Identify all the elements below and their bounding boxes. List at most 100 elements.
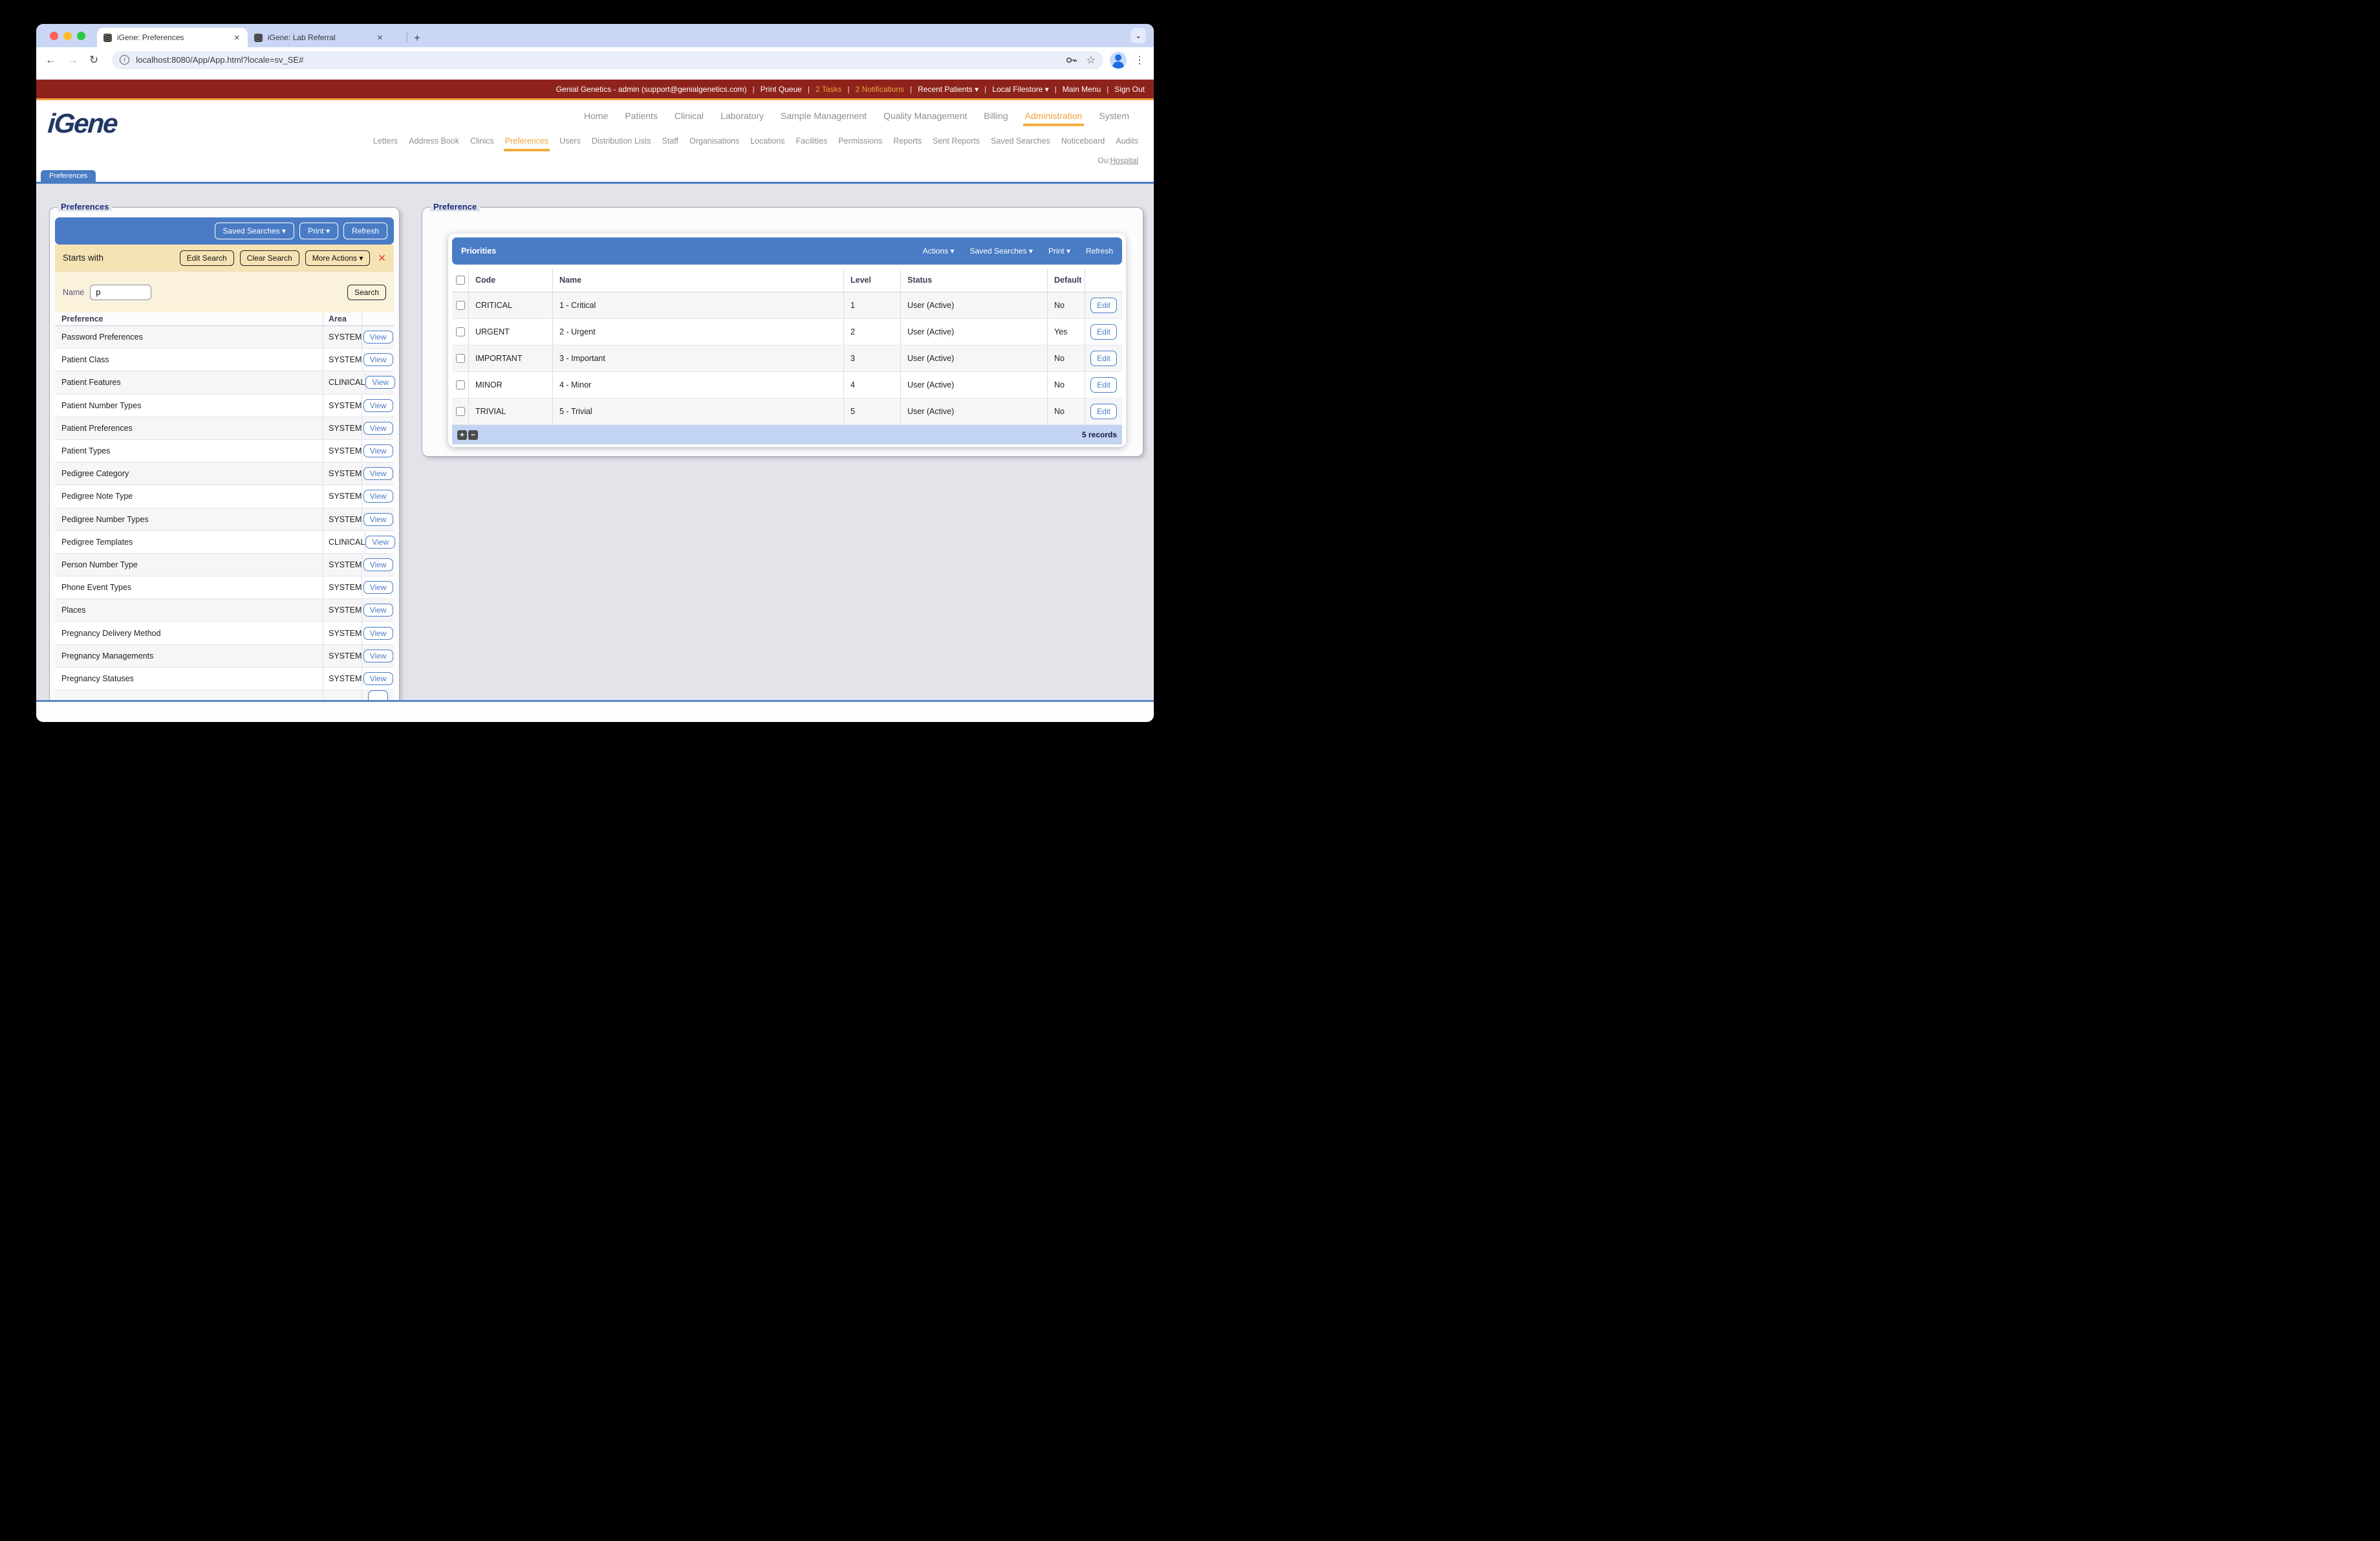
browser-menu-icon[interactable]: ⋮: [1134, 54, 1145, 67]
row-checkbox[interactable]: [455, 327, 465, 336]
row-checkbox[interactable]: [455, 407, 465, 416]
back-button[interactable]: ←: [45, 54, 56, 65]
view-button[interactable]: View: [363, 444, 393, 458]
print-button[interactable]: Print ▾: [299, 223, 338, 239]
clear-search-button[interactable]: Clear Search: [239, 250, 299, 266]
print-queue-link[interactable]: Print Queue: [761, 85, 802, 94]
bookmark-star-icon[interactable]: ☆: [1087, 54, 1096, 67]
main-nav-item[interactable]: Administration: [1022, 111, 1085, 126]
close-search-icon[interactable]: ✕: [378, 252, 386, 264]
select-all-checkbox[interactable]: [455, 276, 465, 285]
view-button[interactable]: View: [365, 535, 396, 549]
profile-avatar[interactable]: [1110, 51, 1127, 69]
browser-tab[interactable]: iGene: Lab Referral ✕: [248, 28, 391, 47]
search-button[interactable]: Search: [347, 284, 386, 300]
notifications-link[interactable]: 2 Notifications: [856, 85, 904, 94]
edit-button[interactable]: Edit: [1090, 351, 1117, 366]
site-info-icon[interactable]: i: [120, 55, 130, 65]
view-button[interactable]: View: [363, 581, 393, 595]
browser-window: iGene: Preferences ✕ iGene: Lab Referral…: [36, 24, 1154, 722]
row-checkbox[interactable]: [455, 301, 465, 310]
sign-out-link[interactable]: Sign Out: [1114, 85, 1145, 94]
view-button[interactable]: View: [363, 421, 393, 435]
view-button[interactable]: View: [363, 626, 393, 640]
sub-nav-item[interactable]: Facilities: [796, 137, 828, 146]
reload-button[interactable]: ↻: [89, 54, 98, 65]
remove-row-icon[interactable]: −: [468, 430, 478, 440]
saved-searches-button[interactable]: Saved Searches ▾: [214, 223, 294, 239]
tab-search-button[interactable]: ⌄: [1130, 28, 1146, 43]
zoom-window-button[interactable]: [77, 32, 85, 40]
row-checkbox[interactable]: [455, 380, 465, 389]
print-menu[interactable]: Print ▾: [1048, 246, 1070, 256]
browser-tab[interactable]: iGene: Preferences ✕: [97, 28, 248, 47]
recent-patients-menu[interactable]: Recent Patients ▾: [918, 85, 979, 94]
edit-search-button[interactable]: Edit Search: [179, 250, 234, 266]
tab-title: iGene: Lab Referral: [268, 33, 336, 42]
page-tab-preferences[interactable]: Preferences: [41, 170, 96, 182]
view-button[interactable]: View: [365, 376, 396, 389]
main-nav-item[interactable]: System: [1099, 111, 1129, 121]
view-button[interactable]: [368, 690, 388, 700]
sub-nav-item[interactable]: Noticeboard: [1061, 137, 1105, 146]
priorities-title: Priorities: [461, 246, 497, 256]
main-nav-item[interactable]: Quality Management: [883, 111, 967, 121]
view-button[interactable]: View: [363, 467, 393, 481]
sub-nav-item[interactable]: Reports: [893, 137, 922, 146]
edit-button[interactable]: Edit: [1090, 298, 1117, 313]
edit-button[interactable]: Edit: [1090, 324, 1117, 340]
edit-button[interactable]: Edit: [1090, 404, 1117, 419]
new-tab-button[interactable]: +: [411, 32, 423, 45]
view-button[interactable]: View: [363, 353, 393, 367]
sub-nav-item[interactable]: Users: [559, 137, 581, 146]
edit-button[interactable]: Edit: [1090, 377, 1117, 393]
sub-nav-item[interactable]: Locations: [750, 137, 785, 146]
main-nav-item[interactable]: Home: [584, 111, 608, 121]
view-button[interactable]: View: [363, 512, 393, 526]
saved-searches-menu[interactable]: Saved Searches ▾: [970, 246, 1033, 256]
password-key-icon[interactable]: [1066, 56, 1077, 65]
sub-nav-item[interactable]: Clinics: [470, 137, 494, 146]
minimize-window-button[interactable]: [63, 32, 72, 40]
ou-hospital-link[interactable]: Hospital: [1110, 156, 1138, 165]
row-checkbox[interactable]: [455, 354, 465, 363]
sub-nav-item[interactable]: Sent Reports: [933, 137, 980, 146]
view-button[interactable]: View: [363, 604, 393, 617]
tab-close-icon[interactable]: ✕: [233, 34, 241, 42]
main-nav-item[interactable]: Billing: [984, 111, 1008, 121]
url-text[interactable]: localhost:8080/App/App.html?locale=sv_SE…: [136, 55, 1056, 65]
main-nav-item[interactable]: Sample Management: [781, 111, 867, 121]
forward-button[interactable]: →: [67, 54, 78, 65]
address-bar[interactable]: i localhost:8080/App/App.html?locale=sv_…: [112, 50, 1103, 69]
tab-close-icon[interactable]: ✕: [376, 34, 384, 42]
main-nav-item[interactable]: Laboratory: [720, 111, 764, 121]
sub-nav-item[interactable]: Address Book: [409, 137, 459, 146]
view-button[interactable]: View: [363, 558, 393, 571]
close-window-button[interactable]: [50, 32, 58, 40]
actions-menu[interactable]: Actions ▾: [923, 246, 955, 256]
main-menu-link[interactable]: Main Menu: [1063, 85, 1101, 94]
priority-code: TRIVIAL: [469, 399, 553, 424]
main-nav-item[interactable]: Patients: [625, 111, 658, 121]
sub-nav-item[interactable]: Staff: [662, 137, 678, 146]
view-button[interactable]: View: [363, 490, 393, 503]
refresh-menu[interactable]: Refresh: [1086, 246, 1113, 256]
name-input[interactable]: [90, 284, 152, 300]
sub-nav-item[interactable]: Organisations: [689, 137, 739, 146]
view-button[interactable]: View: [363, 672, 393, 685]
view-button[interactable]: View: [363, 649, 393, 662]
refresh-button[interactable]: Refresh: [343, 223, 387, 239]
sub-nav-item[interactable]: Distribution Lists: [592, 137, 651, 146]
sub-nav-item[interactable]: Preferences: [503, 137, 550, 151]
sub-nav-item[interactable]: Letters: [373, 137, 398, 146]
local-filestore-menu[interactable]: Local Filestore ▾: [992, 85, 1048, 94]
add-row-icon[interactable]: +: [457, 430, 467, 440]
more-actions-button[interactable]: More Actions ▾: [305, 250, 371, 266]
sub-nav-item[interactable]: Saved Searches: [991, 137, 1050, 146]
view-button[interactable]: View: [363, 331, 393, 344]
sub-nav-item[interactable]: Audits: [1116, 137, 1138, 146]
main-nav-item[interactable]: Clinical: [675, 111, 704, 121]
tasks-link[interactable]: 2 Tasks: [816, 85, 841, 94]
view-button[interactable]: View: [363, 399, 393, 412]
sub-nav-item[interactable]: Permissions: [838, 137, 882, 146]
